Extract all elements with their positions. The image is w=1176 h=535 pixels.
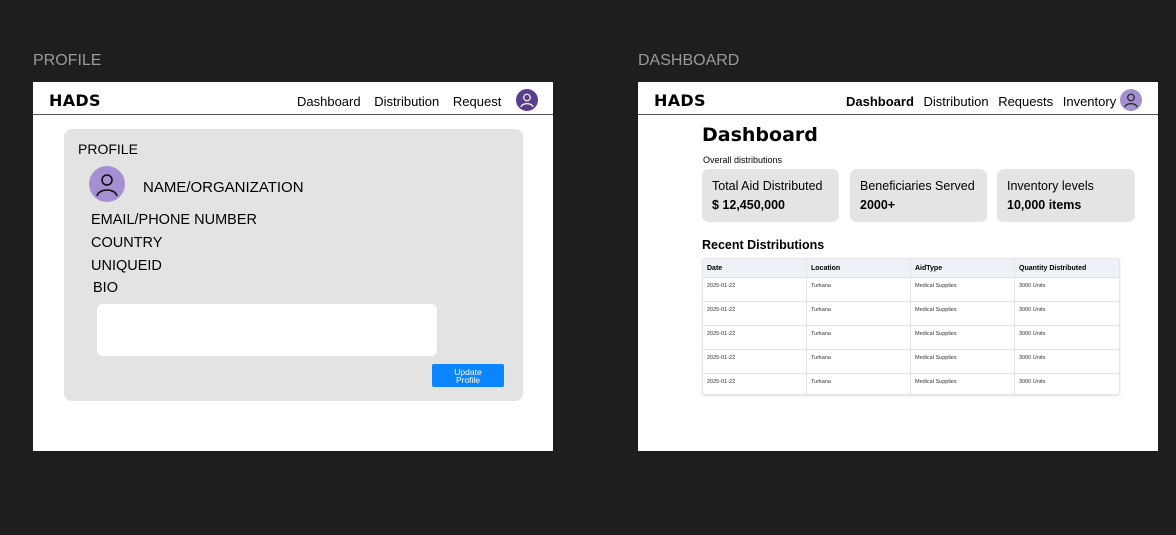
table-cell: Turkana — [807, 326, 911, 349]
stat-card-inventory: Inventory levels 10,000 items — [997, 169, 1135, 222]
profile-card-title: PROFILE — [78, 141, 138, 157]
table-header: Date Location AidType Quantity Distribut… — [703, 259, 1119, 278]
profile-avatar-icon[interactable] — [89, 166, 125, 202]
table-row[interactable]: 2025-01-22 Turkana Medical Supplies 3000… — [703, 278, 1119, 302]
nav-link-dashboard[interactable]: Dashboard — [846, 94, 914, 109]
profile-uniqueid-label: UNIQUEID — [91, 258, 162, 274]
logo[interactable]: HADS — [49, 91, 101, 110]
recent-distributions-title: Recent Distributions — [702, 238, 825, 252]
table-cell: 2025-01-22 — [703, 302, 807, 325]
nav-link-request[interactable]: Request — [453, 94, 501, 109]
table-cell: 2025-01-22 — [703, 350, 807, 373]
table-cell: 2025-01-22 — [703, 278, 807, 301]
profile-frame: HADS Dashboard Distribution Request PROF… — [33, 82, 553, 451]
profile-frame-label: PROFILE — [33, 52, 102, 69]
profile-bio-label: BIO — [93, 280, 118, 296]
table-row[interactable]: 2025-01-22 Turkana Medical Supplies 3000… — [703, 350, 1119, 374]
distributions-table: Date Location AidType Quantity Distribut… — [702, 258, 1120, 397]
table-row[interactable]: 2025-01-22 Turkana Medical Supplies 3000… — [703, 326, 1119, 350]
table-row[interactable]: 2025-01-22 Turkana Medical Supplies 3000… — [703, 302, 1119, 326]
nav-links: Dashboard Distribution Requests Inventor… — [838, 94, 1116, 109]
stat-label: Total Aid Distributed — [712, 179, 823, 193]
table-header-cell: AidType — [911, 259, 1015, 277]
stat-value: $ 12,450,000 — [712, 198, 785, 212]
table-cell: 2025-01-22 — [703, 374, 807, 397]
table-cell: Medical Supplies — [911, 350, 1015, 373]
page-subtitle: Overall distributions — [703, 155, 783, 165]
user-avatar-icon[interactable] — [516, 89, 538, 111]
table-cell: 3000 Units — [1019, 307, 1046, 313]
table-cell: 3000 Units — [1019, 379, 1046, 385]
stat-card-beneficiaries: Beneficiaries Served 2000+ — [850, 169, 987, 222]
update-button-line2: Profile — [455, 374, 481, 385]
table-cell: Medical Supplies — [911, 278, 1015, 301]
table-cell: Medical Supplies — [911, 302, 1015, 325]
user-avatar-icon[interactable] — [1120, 89, 1142, 111]
stat-value: 2000+ — [860, 198, 896, 212]
table-cell: 3000 Units — [1019, 355, 1046, 361]
page-title: Dashboard — [702, 124, 818, 146]
dashboard-navbar: HADS Dashboard Distribution Requests Inv… — [638, 82, 1158, 115]
table-cell: Turkana — [807, 374, 911, 397]
stat-label: Inventory levels — [1007, 179, 1094, 193]
table-cell: Turkana — [807, 278, 911, 301]
profile-country-label: COUNTRY — [91, 235, 163, 251]
dashboard-frame: HADS Dashboard Distribution Requests Inv… — [638, 82, 1158, 451]
profile-email-label: EMAIL/PHONE NUMBER — [91, 212, 257, 228]
table-row[interactable]: 2025-01-22 Turkana Medical Supplies 3000… — [703, 374, 1119, 397]
table-cell: Turkana — [807, 302, 911, 325]
stat-value: 10,000 items — [1007, 198, 1082, 212]
logo[interactable]: HADS — [654, 91, 706, 110]
nav-link-dashboard[interactable]: Dashboard — [297, 94, 361, 109]
nav-link-distribution[interactable]: Distribution — [924, 94, 989, 109]
bio-textarea[interactable] — [97, 304, 437, 356]
stat-label: Beneficiaries Served — [860, 179, 975, 193]
profile-name-label: NAME/ORGANIZATION — [143, 179, 304, 196]
update-profile-button[interactable]: Update Profile — [432, 364, 504, 387]
nav-link-distribution[interactable]: Distribution — [374, 94, 439, 109]
nav-link-requests[interactable]: Requests — [998, 94, 1053, 109]
table-cell: Turkana — [807, 350, 911, 373]
table-cell: Medical Supplies — [911, 326, 1015, 349]
dashboard-frame-label: DASHBOARD — [638, 52, 740, 69]
profile-card: PROFILE NAME/ORGANIZATION EMAIL/PHONE NU… — [64, 129, 523, 401]
table-cell: 3000 Units — [1019, 331, 1046, 337]
table-cell: 3000 Units — [1019, 283, 1046, 289]
nav-link-inventory[interactable]: Inventory — [1063, 94, 1116, 109]
table-cell: Medical Supplies — [911, 374, 1015, 397]
table-header-cell: Location — [807, 259, 911, 277]
stat-card-total-aid: Total Aid Distributed $ 12,450,000 — [702, 169, 839, 222]
table-cell: 2025-01-22 — [703, 326, 807, 349]
table-header-cell: Date — [703, 259, 807, 277]
nav-links: Dashboard Distribution Request — [289, 94, 501, 109]
profile-navbar: HADS Dashboard Distribution Request — [33, 82, 553, 115]
table-header-cell: Quantity Distributed — [1019, 265, 1087, 272]
